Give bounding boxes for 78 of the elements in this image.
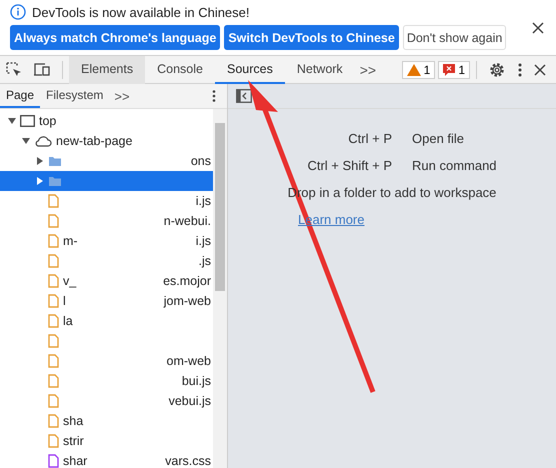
tree-row[interactable]: la (0, 311, 213, 331)
tree-row[interactable]: om-web (0, 351, 213, 371)
more-tabs-button[interactable]: >> (109, 88, 135, 104)
panel-tab[interactable]: Console (145, 56, 215, 84)
file-icon (48, 214, 59, 228)
shortcut-action: Open file (412, 131, 466, 146)
file-name-fragment: ons (190, 154, 212, 168)
file-icon (48, 374, 59, 388)
expanded-arrow-icon[interactable] (22, 137, 30, 145)
tree-row[interactable]: l jom-web (0, 291, 213, 311)
file-icon (48, 394, 59, 408)
tree-row[interactable]: shar vars.css (0, 451, 213, 468)
file-icon (48, 254, 59, 268)
file-name-fragment: bui.js (182, 374, 212, 388)
warning-counter[interactable]: 1 (402, 60, 436, 78)
file-icon (48, 294, 59, 308)
file-name-fragment: shar (63, 454, 88, 468)
shortcut-action: Run command (412, 158, 498, 173)
file-icon (48, 454, 59, 468)
tree-row[interactable]: .js (0, 251, 213, 271)
shortcut-keys: Ctrl + P (242, 131, 392, 146)
tree-row[interactable]: bui.js (0, 371, 213, 391)
file-icon (48, 354, 59, 368)
warning-icon (406, 64, 421, 76)
file-name-fragment: m- (63, 234, 78, 248)
file-name-fragment: v_ (63, 274, 76, 288)
error-icon (443, 64, 456, 76)
file-name-fragment: la (63, 314, 73, 328)
tree-row[interactable]: n-webui. (0, 211, 213, 231)
folder-icon (48, 155, 62, 167)
file-name-fragment: jom-web (164, 294, 212, 308)
tree-label: top (39, 114, 56, 128)
tree-row[interactable]: vebui.js (0, 391, 213, 411)
primary-button[interactable]: Always match Chrome's language (10, 25, 220, 50)
tree-row[interactable]: sha (0, 411, 213, 431)
file-icon (48, 234, 59, 248)
file-name-fragment: om-web (166, 354, 212, 368)
file-icon (48, 414, 59, 428)
dismiss-button[interactable]: Don't show again (402, 25, 506, 50)
shortcut-keys: Ctrl + Shift + P (242, 158, 392, 173)
file-name-fragment: i.js (196, 194, 212, 208)
file-icon (48, 334, 59, 348)
navigator-tab[interactable]: Filesystem (40, 84, 110, 108)
tree-row[interactable]: ons (0, 151, 213, 171)
expanded-arrow-icon[interactable] (8, 117, 16, 125)
file-name-fragment: vars.css (165, 454, 212, 468)
file-icon (48, 434, 59, 448)
sidebar-toggle-icon[interactable] (236, 89, 252, 103)
file-icon (48, 274, 59, 288)
tree-label: new-tab-page (56, 134, 132, 148)
tree-row[interactable]: i.js (0, 191, 213, 211)
primary-button[interactable]: Switch DevTools to Chinese (224, 25, 399, 50)
folder-icon (48, 175, 62, 187)
file-name-fragment: sha (63, 414, 84, 428)
file-icon (48, 194, 59, 208)
file-name-fragment: .js (198, 254, 212, 268)
file-name-fragment: i.js (196, 234, 212, 248)
scrollbar[interactable] (213, 109, 227, 468)
error-counter[interactable]: 1 (438, 60, 470, 78)
file-icon (48, 314, 59, 328)
info-message: DevTools is now available in Chinese! (32, 4, 250, 20)
frame-icon (20, 115, 35, 127)
panel-tab[interactable]: Elements (69, 56, 146, 84)
file-name-fragment: l (63, 294, 66, 308)
more-tabs-button[interactable]: >> (354, 62, 382, 78)
file-name-fragment: strir (63, 434, 84, 448)
panel-tab[interactable]: Network (284, 56, 355, 84)
tree-row[interactable]: strir (0, 431, 213, 451)
file-name-fragment: es.mojor (163, 274, 212, 288)
info-icon (10, 4, 26, 20)
tree-row[interactable]: m- i.js (0, 231, 213, 251)
file-name-fragment: vebui.js (168, 394, 212, 408)
cloud-icon (34, 135, 52, 147)
file-name-fragment: n-webui. (164, 214, 212, 228)
collapsed-arrow-icon[interactable] (36, 157, 44, 165)
collapsed-arrow-icon[interactable] (36, 177, 44, 185)
navigator-tab[interactable]: Page (0, 84, 40, 108)
tree-row[interactable]: v_ es.mojor (0, 271, 213, 291)
